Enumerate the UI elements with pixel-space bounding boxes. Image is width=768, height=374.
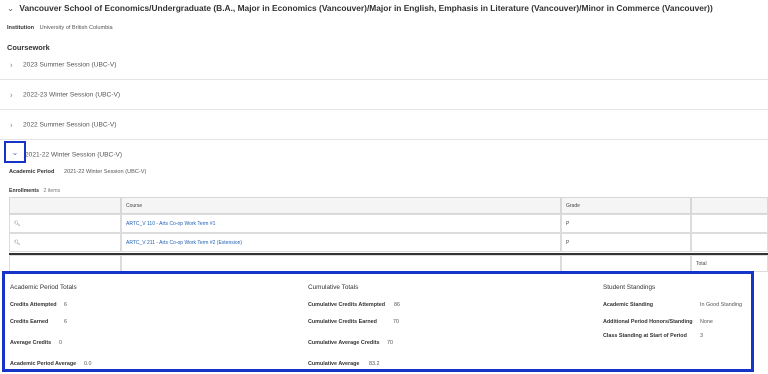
academic-period-label: Academic Period: [9, 169, 55, 175]
institution-value: University of British Columbia: [39, 25, 113, 31]
cumulative-average-credits-label: Cumulative Average Credits: [308, 340, 380, 346]
session-label[interactable]: 2022-23 Winter Session (UBC-V): [23, 91, 120, 98]
grade-value: P: [566, 220, 570, 227]
table-row-grade: P: [561, 214, 691, 233]
table-row-action[interactable]: 🔍︎: [9, 233, 121, 252]
grade-value: P: [566, 239, 570, 246]
cumulative-credits-earned-value: 70: [393, 319, 399, 325]
search-icon[interactable]: 🔍︎: [14, 221, 20, 227]
column-header-grade: Grade: [566, 202, 580, 209]
table-row-extra: [691, 233, 768, 252]
institution-row: Institution University of British Columb…: [7, 25, 113, 31]
chevron-down-icon[interactable]: ⌄: [7, 3, 17, 13]
grid-header-cell: [691, 197, 768, 214]
session-label[interactable]: 2021-22 Winter Session (UBC-V): [25, 152, 122, 159]
grid-header-cell: [9, 197, 121, 214]
column-header-course: Course: [126, 202, 143, 209]
academic-period-row: Academic Period 2021-22 Winter Session (…: [9, 169, 146, 175]
grid-header-course[interactable]: Course: [121, 197, 561, 214]
program-heading[interactable]: ⌄ Vancouver School of Economics/Undergra…: [7, 3, 713, 13]
honors-value: None: [700, 319, 713, 325]
session-row[interactable]: › 2022 Summer Session (UBC-V): [0, 110, 768, 140]
credits-earned-value: 6: [64, 319, 67, 325]
chevron-right-icon[interactable]: ›: [10, 60, 13, 69]
cumulative-average-value: 83.2: [369, 361, 380, 367]
average-credits-value: 0: [59, 340, 62, 346]
class-standing-label: Class Standing at Start of Period: [603, 333, 687, 339]
enrollments-header: Enrollments 2 items: [9, 188, 60, 194]
total-row-cell: [121, 255, 561, 272]
credits-earned-label: Credits Earned: [10, 319, 49, 325]
period-average-label: Academic Period Average: [10, 361, 77, 367]
period-totals-title: Academic Period Totals: [10, 284, 77, 291]
credits-attempted-label: Credits Attempted: [10, 302, 57, 308]
course-link[interactable]: ARTC_V 110 - Arts Co-op Work Term #1: [126, 221, 215, 227]
chevron-right-icon[interactable]: ›: [10, 120, 13, 129]
table-row-action[interactable]: 🔍︎: [9, 214, 121, 233]
table-row-course[interactable]: ARTC_V 110 - Arts Co-op Work Term #1: [121, 214, 561, 233]
total-row-cell: Total: [691, 255, 768, 272]
table-row-extra: [691, 214, 768, 233]
cumulative-credits-attempted-label: Cumulative Credits Attempted: [308, 302, 386, 308]
search-icon[interactable]: 🔍︎: [14, 240, 20, 246]
course-link[interactable]: ARTC_V 211 - Arts Co-op Work Term #2 (Ex…: [126, 240, 242, 246]
cumulative-average-credits-value: 70: [387, 340, 393, 346]
academic-standing-value: In Good Standing: [700, 302, 742, 308]
total-label: Total: [696, 260, 707, 267]
chevron-down-icon: ⌄: [11, 147, 19, 157]
cumulative-credits-earned-label: Cumulative Credits Earned: [308, 319, 377, 325]
honors-label: Additional Period Honors/Standing: [603, 319, 693, 325]
class-standing-value: 3: [700, 333, 703, 339]
enrollments-count: 2 items: [43, 188, 61, 194]
enrollments-grid: Course Grade 🔍︎ ARTC_V 110 - Arts Co-op …: [9, 197, 768, 272]
session-label[interactable]: 2022 Summer Session (UBC-V): [23, 121, 116, 128]
session-row-expanded[interactable]: 2021-22 Winter Session (UBC-V): [0, 140, 768, 170]
period-average-value: 0.0: [84, 361, 92, 367]
totals-panel: Academic Period Totals Credits Attempted…: [2, 271, 754, 372]
institution-label: Institution: [7, 25, 35, 31]
table-row-course[interactable]: ARTC_V 211 - Arts Co-op Work Term #2 (Ex…: [121, 233, 561, 252]
session-row[interactable]: › 2023 Summer Session (UBC-V): [0, 50, 768, 80]
cumulative-totals-title: Cumulative Totals: [308, 284, 359, 291]
academic-standing-label: Academic Standing: [603, 302, 654, 308]
enrollments-label: Enrollments: [9, 188, 39, 194]
collapse-session-button[interactable]: ⌄: [4, 141, 26, 163]
grid-header-grade[interactable]: Grade: [561, 197, 691, 214]
session-label[interactable]: 2023 Summer Session (UBC-V): [23, 61, 116, 68]
credits-attempted-value: 6: [64, 302, 67, 308]
total-row-cell: [561, 255, 691, 272]
average-credits-label: Average Credits: [10, 340, 52, 346]
program-title: Vancouver School of Economics/Undergradu…: [19, 3, 713, 13]
chevron-right-icon[interactable]: ›: [10, 90, 13, 99]
session-row[interactable]: › 2022-23 Winter Session (UBC-V): [0, 80, 768, 110]
total-row-cell: [9, 255, 121, 272]
student-standings-title: Student Standings: [603, 284, 656, 291]
academic-period-value: 2021-22 Winter Session (UBC-V): [63, 169, 147, 175]
table-row-grade: P: [561, 233, 691, 252]
cumulative-average-label: Cumulative Average: [308, 361, 360, 367]
cumulative-credits-attempted-value: 86: [394, 302, 400, 308]
